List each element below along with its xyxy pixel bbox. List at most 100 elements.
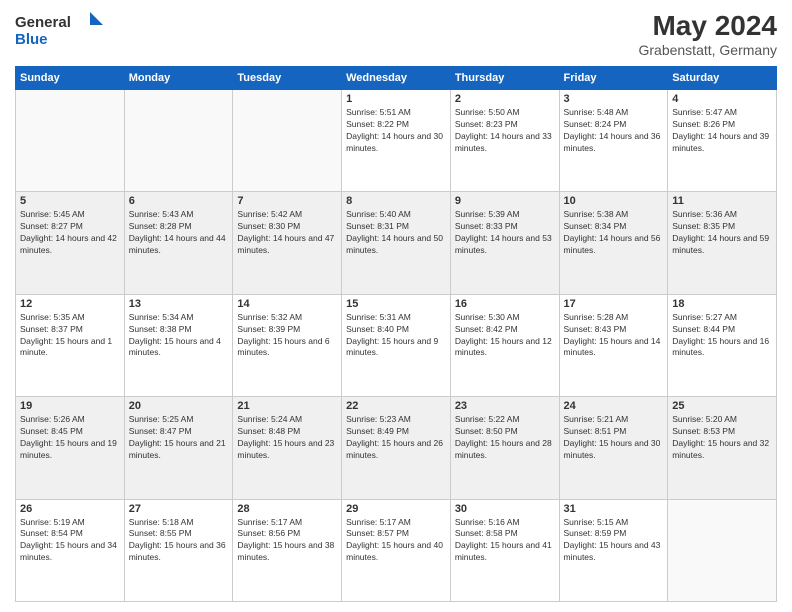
calendar-cell: 20Sunrise: 5:25 AM Sunset: 8:47 PM Dayli…	[124, 397, 233, 499]
day-number: 28	[237, 503, 337, 515]
calendar-cell: 7 Sunrise: 5:42 AM Sunset: 8:30 PM Daylig…	[233, 192, 342, 294]
cell-info: Sunrise: 5:20 AM Sunset: 8:53 PM Dayligh…	[672, 414, 772, 462]
calendar-cell: 31 Sunrise: 5:15 AM Sunset: 8:59 PM Dayli…	[559, 499, 668, 601]
cell-info: Sunrise: 5:22 AM Sunset: 8:50 PM Dayligh…	[455, 414, 555, 462]
cell-info: Sunrise: 5:38 AM Sunset: 8:34 PM Dayligh…	[564, 209, 664, 257]
day-number: 29	[346, 503, 446, 515]
day-number: 15	[346, 298, 446, 310]
svg-text:Blue: Blue	[15, 31, 48, 48]
calendar-header-sunday: Sunday	[16, 67, 125, 90]
cell-info: Sunrise: 5:51 AM Sunset: 8:22 PM Dayligh…	[346, 107, 446, 155]
calendar-cell: 3Sunrise: 5:48 AM Sunset: 8:24 PM Daylig…	[559, 90, 668, 192]
logo-svg: General Blue	[15, 10, 105, 48]
header: General Blue May 2024 Grabenstatt, Germa…	[15, 10, 777, 58]
calendar-header-saturday: Saturday	[668, 67, 777, 90]
calendar-cell: 19Sunrise: 5:26 AM Sunset: 8:45 PM Dayli…	[16, 397, 125, 499]
day-number: 24	[564, 400, 664, 412]
calendar-header-row: SundayMondayTuesdayWednesdayThursdayFrid…	[16, 67, 777, 90]
calendar-cell: 17Sunrise: 5:28 AM Sunset: 8:43 PM Dayli…	[559, 294, 668, 396]
cell-info: Sunrise: 5:39 AM Sunset: 8:33 PM Dayligh…	[455, 209, 555, 257]
cell-info: Sunrise: 5:45 AM Sunset: 8:27 PM Dayligh…	[20, 209, 120, 257]
cell-info: Sunrise: 5:15 AM Sunset: 8:59 PM Dayligh…	[564, 517, 664, 565]
calendar-cell: 26 Sunrise: 5:19 AM Sunset: 8:54 PM Dayli…	[16, 499, 125, 601]
calendar-cell: 12 Sunrise: 5:35 AM Sunset: 8:37 PM Dayli…	[16, 294, 125, 396]
cell-info: Sunrise: 5:35 AM Sunset: 8:37 PM Dayligh…	[20, 312, 120, 360]
calendar-cell: 29 Sunrise: 5:17 AM Sunset: 8:57 PM Dayli…	[342, 499, 451, 601]
cell-info: Sunrise: 5:36 AM Sunset: 8:35 PM Dayligh…	[672, 209, 772, 257]
cell-info: Sunrise: 5:31 AM Sunset: 8:40 PM Dayligh…	[346, 312, 446, 360]
calendar-week-row: 26 Sunrise: 5:19 AM Sunset: 8:54 PM Dayli…	[16, 499, 777, 601]
day-number: 10	[564, 195, 664, 207]
day-number: 30	[455, 503, 555, 515]
svg-text:General: General	[15, 14, 71, 31]
cell-info: Sunrise: 5:17 AM Sunset: 8:56 PM Dayligh…	[237, 517, 337, 565]
calendar-header-tuesday: Tuesday	[233, 67, 342, 90]
cell-info: Sunrise: 5:28 AM Sunset: 8:43 PM Dayligh…	[564, 312, 664, 360]
day-number: 23	[455, 400, 555, 412]
calendar-cell: 13 Sunrise: 5:34 AM Sunset: 8:38 PM Dayli…	[124, 294, 233, 396]
cell-info: Sunrise: 5:24 AM Sunset: 8:48 PM Dayligh…	[237, 414, 337, 462]
logo: General Blue	[15, 10, 105, 48]
cell-info: Sunrise: 5:50 AM Sunset: 8:23 PM Dayligh…	[455, 107, 555, 155]
day-number: 14	[237, 298, 337, 310]
cell-info: Sunrise: 5:42 AM Sunset: 8:30 PM Dayligh…	[237, 209, 337, 257]
day-number: 11	[672, 195, 772, 207]
day-number: 8	[346, 195, 446, 207]
calendar-cell: 5Sunrise: 5:45 AM Sunset: 8:27 PM Daylig…	[16, 192, 125, 294]
calendar-cell: 1 Sunrise: 5:51 AM Sunset: 8:22 PM Daylig…	[342, 90, 451, 192]
day-number: 7	[237, 195, 337, 207]
month-year-title: May 2024	[638, 10, 777, 42]
calendar-cell: 8 Sunrise: 5:40 AM Sunset: 8:31 PM Daylig…	[342, 192, 451, 294]
cell-info: Sunrise: 5:19 AM Sunset: 8:54 PM Dayligh…	[20, 517, 120, 565]
cell-info: Sunrise: 5:47 AM Sunset: 8:26 PM Dayligh…	[672, 107, 772, 155]
calendar-cell: 24 Sunrise: 5:21 AM Sunset: 8:51 PM Dayli…	[559, 397, 668, 499]
calendar-header-monday: Monday	[124, 67, 233, 90]
day-number: 12	[20, 298, 120, 310]
cell-info: Sunrise: 5:21 AM Sunset: 8:51 PM Dayligh…	[564, 414, 664, 462]
calendar-week-row: 12 Sunrise: 5:35 AM Sunset: 8:37 PM Dayli…	[16, 294, 777, 396]
calendar-cell: 2 Sunrise: 5:50 AM Sunset: 8:23 PM Daylig…	[450, 90, 559, 192]
day-number: 26	[20, 503, 120, 515]
calendar-cell: 15 Sunrise: 5:31 AM Sunset: 8:40 PM Dayli…	[342, 294, 451, 396]
calendar-cell	[124, 90, 233, 192]
day-number: 16	[455, 298, 555, 310]
calendar-cell: 18 Sunrise: 5:27 AM Sunset: 8:44 PM Dayli…	[668, 294, 777, 396]
day-number: 1	[346, 93, 446, 105]
cell-info: Sunrise: 5:43 AM Sunset: 8:28 PM Dayligh…	[129, 209, 229, 257]
day-number: 18	[672, 298, 772, 310]
calendar-cell: 25 Sunrise: 5:20 AM Sunset: 8:53 PM Dayli…	[668, 397, 777, 499]
calendar-week-row: 1 Sunrise: 5:51 AM Sunset: 8:22 PM Daylig…	[16, 90, 777, 192]
calendar-cell: 21 Sunrise: 5:24 AM Sunset: 8:48 PM Dayli…	[233, 397, 342, 499]
title-block: May 2024 Grabenstatt, Germany	[638, 10, 777, 58]
cell-info: Sunrise: 5:18 AM Sunset: 8:55 PM Dayligh…	[129, 517, 229, 565]
day-number: 9	[455, 195, 555, 207]
calendar-cell: 30 Sunrise: 5:16 AM Sunset: 8:58 PM Dayli…	[450, 499, 559, 601]
cell-info: Sunrise: 5:27 AM Sunset: 8:44 PM Dayligh…	[672, 312, 772, 360]
day-number: 21	[237, 400, 337, 412]
day-number: 25	[672, 400, 772, 412]
day-number: 13	[129, 298, 229, 310]
calendar-cell: 23 Sunrise: 5:22 AM Sunset: 8:50 PM Dayli…	[450, 397, 559, 499]
calendar-cell: 14Sunrise: 5:32 AM Sunset: 8:39 PM Dayli…	[233, 294, 342, 396]
cell-info: Sunrise: 5:34 AM Sunset: 8:38 PM Dayligh…	[129, 312, 229, 360]
day-number: 2	[455, 93, 555, 105]
calendar-cell: 10 Sunrise: 5:38 AM Sunset: 8:34 PM Dayli…	[559, 192, 668, 294]
day-number: 31	[564, 503, 664, 515]
day-number: 6	[129, 195, 229, 207]
calendar-cell	[668, 499, 777, 601]
calendar-week-row: 5Sunrise: 5:45 AM Sunset: 8:27 PM Daylig…	[16, 192, 777, 294]
cell-info: Sunrise: 5:25 AM Sunset: 8:47 PM Dayligh…	[129, 414, 229, 462]
cell-info: Sunrise: 5:17 AM Sunset: 8:57 PM Dayligh…	[346, 517, 446, 565]
cell-info: Sunrise: 5:30 AM Sunset: 8:42 PM Dayligh…	[455, 312, 555, 360]
cell-info: Sunrise: 5:16 AM Sunset: 8:58 PM Dayligh…	[455, 517, 555, 565]
calendar-header-thursday: Thursday	[450, 67, 559, 90]
calendar-header-wednesday: Wednesday	[342, 67, 451, 90]
day-number: 4	[672, 93, 772, 105]
cell-info: Sunrise: 5:40 AM Sunset: 8:31 PM Dayligh…	[346, 209, 446, 257]
day-number: 19	[20, 400, 120, 412]
calendar-cell: 22Sunrise: 5:23 AM Sunset: 8:49 PM Dayli…	[342, 397, 451, 499]
calendar-cell: 28 Sunrise: 5:17 AM Sunset: 8:56 PM Dayli…	[233, 499, 342, 601]
cell-info: Sunrise: 5:23 AM Sunset: 8:49 PM Dayligh…	[346, 414, 446, 462]
calendar-cell: 4 Sunrise: 5:47 AM Sunset: 8:26 PM Daylig…	[668, 90, 777, 192]
calendar-cell: 6 Sunrise: 5:43 AM Sunset: 8:28 PM Daylig…	[124, 192, 233, 294]
